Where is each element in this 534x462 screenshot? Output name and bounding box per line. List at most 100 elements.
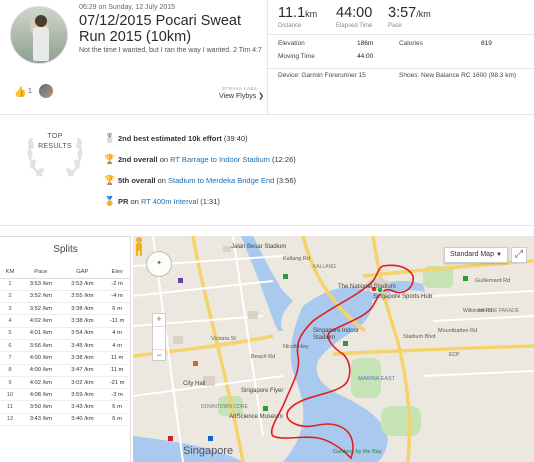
column-header: KM — [0, 266, 20, 279]
achievement-post: (39:40) — [221, 134, 248, 143]
split-elev: 4 m — [103, 327, 131, 340]
map-label: City Hall — [183, 381, 206, 387]
map-label: Kallang Rd — [283, 256, 310, 262]
split-elev: -2 m — [103, 278, 131, 291]
device-divider — [268, 68, 534, 69]
activity-date: 06:29 on Sunday, 12 July 2015 — [79, 4, 176, 11]
zoom-control: + − — [152, 313, 166, 361]
stat-elapsed-time: 44:00 Elapsed Time — [336, 4, 372, 29]
kudos-count[interactable]: 1 — [28, 88, 32, 95]
split-km: 12 — [0, 413, 20, 427]
athlete-avatar[interactable] — [10, 6, 68, 64]
achievement-pre: on — [128, 197, 141, 206]
kudos-avatar[interactable] — [38, 83, 54, 99]
split-row[interactable]: 7 4:00 /km 3:38 /km 11 m — [0, 351, 131, 365]
split-km: 7 — [0, 351, 20, 365]
map-type-select[interactable]: Standard Map ▼ — [444, 247, 508, 263]
map-label: Victoria St — [211, 336, 236, 342]
split-elev: 4 m — [103, 339, 131, 353]
trophy-icon: 🏆 — [104, 154, 116, 164]
pr-medal-icon: 🏅 — [104, 196, 116, 206]
achievement-pre: on — [155, 176, 169, 185]
split-gap: 3:02 /km — [61, 376, 104, 390]
achievement-bold: PR — [118, 197, 129, 206]
zoom-out-button[interactable]: − — [153, 350, 165, 362]
fullscreen-icon[interactable]: ⤢ — [511, 247, 527, 263]
map-label: DOWNTOWN CORE — [201, 404, 248, 410]
segment-link[interactable]: RT 400m Interval — [141, 197, 198, 206]
map-label: Singapore Flyer — [241, 388, 284, 394]
splits-table: KM Pace GAP Elev 1 3:53 /km 3:53 /km -2 m23… — [0, 266, 131, 427]
split-row[interactable]: 1 3:53 /km 3:53 /km -2 m — [0, 278, 131, 291]
map-label: Mountbatten Rd — [438, 328, 478, 334]
map-label: KALLANG — [313, 264, 337, 270]
split-gap: 3:55 /km — [61, 290, 104, 304]
split-km: 8 — [0, 364, 20, 377]
split-row[interactable]: 11 3:50 /km 3:43 /km 6 m — [0, 400, 131, 414]
pace-value: 3:57 — [388, 5, 417, 21]
activity-title: 07/12/2015 Pocari Sweat Run 2015 (10km) — [79, 13, 242, 45]
activity-description: Not the time I wanted, but I ran the way… — [79, 47, 262, 54]
map-label: Singapore Indoor Stadium — [313, 328, 360, 341]
kudos-icon[interactable]: 👍 — [14, 87, 26, 98]
split-row[interactable]: 5 4:01 /km 3:54 /km 4 m — [0, 327, 131, 340]
zoom-slider[interactable] — [153, 326, 165, 350]
strava-labs-label: STRAVA LABS — [222, 86, 258, 91]
pace-unit: /km — [416, 9, 431, 19]
moving-time-value: 44:00 — [357, 53, 374, 60]
split-gap: 3:45 /km — [61, 339, 104, 353]
split-row[interactable]: 12 3:43 /km 3:40 /km 6 m — [0, 413, 131, 427]
map-label: Stadium Blvd — [403, 334, 436, 340]
split-pace: 3:52 /km — [20, 290, 62, 304]
pegman-icon[interactable] — [133, 236, 145, 256]
split-gap: 3:47 /km — [61, 364, 104, 377]
split-gap: 3:43 /km — [61, 400, 104, 414]
split-pace: 4:00 /km — [20, 351, 62, 365]
split-km: 5 — [0, 327, 20, 340]
stat-distance: 11.1km Distance — [278, 4, 317, 29]
column-header: GAP — [61, 266, 104, 279]
achievement-bold: 5th overall — [118, 176, 156, 185]
segment-link[interactable]: RT Barrage to Indoor Stadium — [170, 155, 270, 164]
view-flybys-link[interactable]: View Flybys ❯ — [219, 92, 264, 100]
split-km: 10 — [0, 388, 20, 402]
pan-control[interactable]: ✦ — [146, 251, 172, 277]
split-row[interactable]: 9 4:02 /km 3:02 /km -21 m — [0, 376, 131, 390]
segment-link[interactable]: Stadium to Merdeka Bridge End — [168, 176, 274, 185]
split-row[interactable]: 6 3:56 /km 3:45 /km 4 m — [0, 339, 131, 353]
split-row[interactable]: 4 4:02 /km 3:38 /km -11 m — [0, 314, 131, 328]
split-row[interactable]: 8 4:00 /km 3:47 /km 11 m — [0, 364, 131, 377]
top-results-heading: TOP RESULTS — [34, 132, 76, 152]
elevation-value: 186m — [357, 40, 374, 47]
map-label: Singapore Sports Hub — [373, 294, 433, 300]
pace-label: Pace — [388, 23, 402, 29]
split-row[interactable]: 10 4:08 /km 3:59 /km -3 m — [0, 388, 131, 402]
activity-header: 06:29 on Sunday, 12 July 2015 07/12/2015… — [0, 0, 534, 115]
top-results-section: TOP RESULTS 🎖 2nd best estimated 10k effo… — [0, 116, 534, 226]
split-row[interactable]: 3 3:52 /km 3:38 /km 6 m — [0, 302, 131, 316]
avatar-body — [33, 27, 49, 61]
achievement-item: 🏆 5th overall on Stadium to Merdeka Bridg… — [104, 175, 296, 186]
map-label: MARINA EAST — [358, 376, 395, 382]
achievement-post: (12:26) — [269, 155, 296, 164]
trophy-icon: 🏆 — [104, 175, 116, 185]
map-label: Wilkinson Rd — [463, 308, 493, 314]
stats-divider — [268, 34, 534, 35]
splits-panel: Splits KM Pace GAP Elev 1 3:53 /km 3:53 /k… — [0, 236, 131, 462]
split-elev: -3 m — [103, 388, 131, 402]
split-elev: 6 m — [103, 302, 131, 316]
zoom-in-button[interactable]: + — [153, 314, 165, 326]
achievement-pre: on — [157, 155, 171, 164]
route-map[interactable]: Jalan Besar Stadium Singapore Indoor Sta… — [133, 236, 534, 462]
achievement-post: (3:56) — [274, 176, 297, 185]
map-label: The National Stadium — [338, 284, 396, 290]
split-pace: 4:00 /km — [20, 364, 62, 377]
split-row[interactable]: 2 3:52 /km 3:55 /km -4 m — [0, 290, 131, 304]
calories-label: Calories — [399, 40, 423, 47]
split-km: 9 — [0, 376, 20, 390]
achievement-item: 🏆 2nd overall on RT Barrage to Indoor Sta… — [104, 154, 296, 165]
shoes-info[interactable]: Shoes: New Balance RC 1600 (98.3 km) — [399, 72, 516, 79]
split-km: 2 — [0, 290, 20, 304]
moving-time-row: Moving Time 44:00 — [278, 53, 373, 60]
split-gap: 3:40 /km — [61, 413, 104, 427]
